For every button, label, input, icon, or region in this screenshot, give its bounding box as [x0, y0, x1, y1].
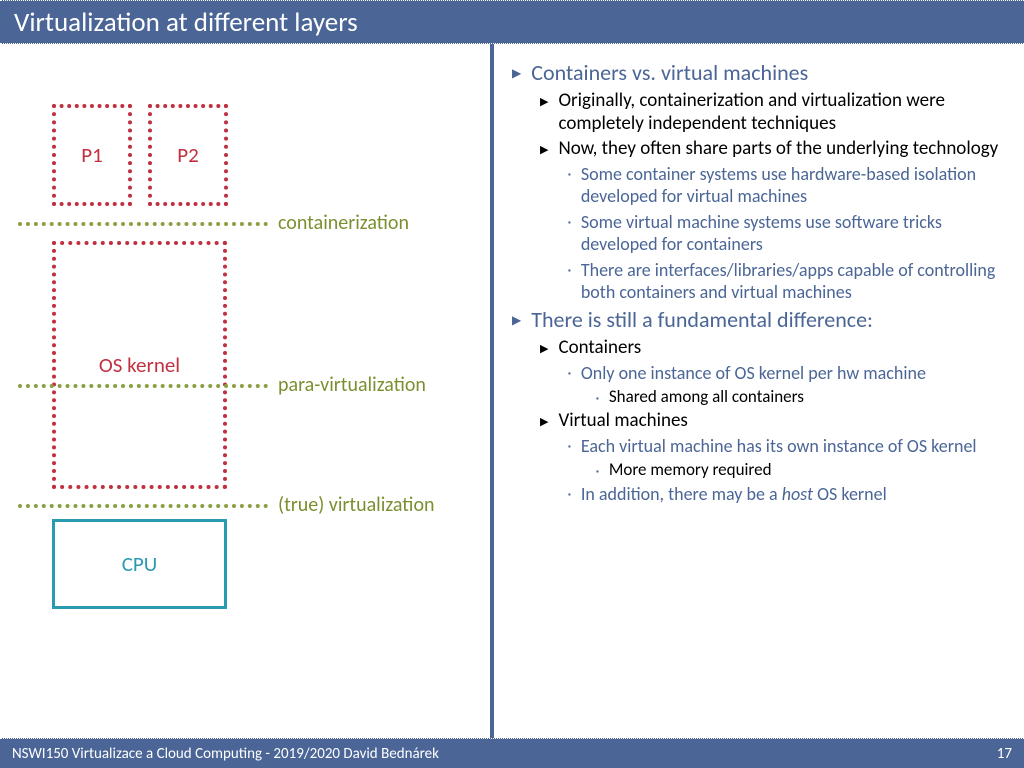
triangle-icon: ▶ — [540, 415, 548, 428]
text-panel: ▶ Containers vs. virtual machines ▶ Origin… — [490, 44, 1024, 738]
triangle-icon: ▶ — [540, 95, 548, 108]
square-icon: ▪ — [568, 266, 571, 276]
diagram-box-p2: P2 — [148, 104, 228, 206]
square-icon: ▪ — [568, 442, 571, 452]
footer-text: NSWI150 Virtualizace a Cloud Computing -… — [12, 745, 439, 763]
bullet-level2: ▶ Now, they often share parts of the unde… — [512, 138, 1010, 161]
bullet-level4: ▪ More memory required — [512, 460, 1010, 480]
bullet-text: Some virtual machine systems use softwar… — [581, 211, 1010, 256]
bullet-level2: ▶ Originally, containerization and virtua… — [512, 90, 1010, 136]
bullet-text: Containers — [558, 337, 641, 360]
bullet-text: Containers vs. virtual machines — [531, 60, 808, 86]
bullet-text: In addition, there may be a host OS kern… — [581, 483, 887, 506]
bullet-level3: ▪ Some virtual machine systems use softwa… — [512, 211, 1010, 256]
bullet-level3: ▪ Only one instance of OS kernel per hw m… — [512, 362, 1010, 385]
bullet-text: More memory required — [609, 460, 772, 480]
bullet-level2: ▶ Virtual machines — [512, 410, 1010, 433]
bullet-level4: ▪ Shared among all containers — [512, 387, 1010, 407]
bullet-text: Shared among all containers — [609, 387, 804, 407]
triangle-icon: ▶ — [540, 342, 548, 355]
bullet-text: Each virtual machine has its own instanc… — [581, 435, 977, 458]
diagram-box-cpu: CPU — [52, 519, 227, 609]
bullet-text: Originally, containerization and virtual… — [558, 90, 1010, 136]
square-icon: ▪ — [568, 218, 571, 228]
diagram-panel: P1 P2 containerization OS kernel para-vi… — [0, 44, 490, 738]
page-number: 17 — [997, 745, 1012, 763]
triangle-icon: ▶ — [540, 143, 548, 156]
square-icon: ▪ — [596, 467, 599, 477]
bullet-text: There is still a fundamental difference: — [531, 307, 873, 333]
slide-header: Virtualization at different layers — [0, 0, 1024, 44]
bullet-level3: ▪ Some container systems use hardware-bas… — [512, 163, 1010, 208]
bullet-level3: ▪ Each virtual machine has its own instan… — [512, 435, 1010, 458]
square-icon: ▪ — [596, 394, 599, 404]
bullet-level2: ▶ Containers — [512, 337, 1010, 360]
divider-containerization — [18, 222, 268, 226]
triangle-icon: ▶ — [512, 66, 521, 81]
bullet-level3: ▪ In addition, there may be a host OS ker… — [512, 483, 1010, 506]
label-containerization: containerization — [278, 211, 409, 235]
square-icon: ▪ — [568, 490, 571, 500]
label-paravirtualization: para-virtualization — [278, 373, 426, 397]
bullet-text: Only one instance of OS kernel per hw ma… — [581, 362, 926, 385]
slide-title: Virtualization at different layers — [14, 6, 358, 39]
slide-footer: NSWI150 Virtualizace a Cloud Computing -… — [0, 738, 1024, 768]
bullet-text: There are interfaces/libraries/apps capa… — [581, 259, 1010, 304]
triangle-icon: ▶ — [512, 313, 521, 328]
bullet-text: Some container systems use hardware-base… — [581, 163, 1010, 208]
square-icon: ▪ — [568, 369, 571, 379]
square-icon: ▪ — [568, 170, 571, 180]
bullet-level3: ▪ There are interfaces/libraries/apps cap… — [512, 259, 1010, 304]
label-virtualization: (true) virtualization — [278, 493, 435, 517]
bullet-level1: ▶ Containers vs. virtual machines — [512, 60, 1010, 86]
bullet-text: Virtual machines — [558, 410, 687, 433]
diagram-box-p1: P1 — [52, 104, 132, 206]
slide-content: P1 P2 containerization OS kernel para-vi… — [0, 44, 1024, 738]
bullet-text: Now, they often share parts of the under… — [558, 138, 998, 161]
diagram-box-kernel: OS kernel — [52, 241, 227, 489]
bullet-level1: ▶ There is still a fundamental difference… — [512, 307, 1010, 333]
divider-paravirtualization — [18, 384, 268, 388]
divider-virtualization — [18, 504, 268, 508]
